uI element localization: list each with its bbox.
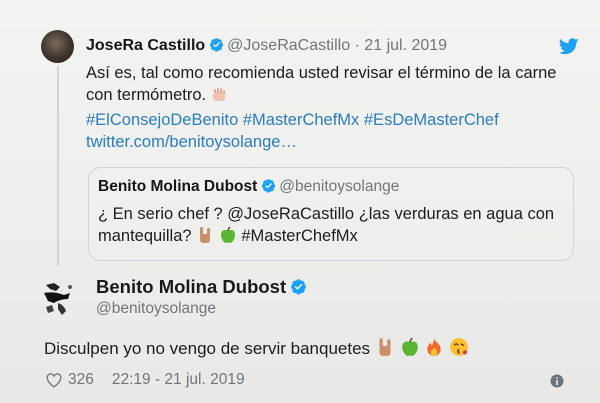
verified-badge-icon bbox=[290, 278, 307, 295]
quoted-tweet-text: ¿ En serio chef ? @JoseRaCastillo ¿las v… bbox=[98, 203, 568, 250]
reply-author-handle[interactable]: @benitoysolange bbox=[96, 300, 216, 318]
horns-hand-emoji bbox=[196, 226, 214, 250]
reply-text: Disculpen yo no vengo de servir banquete… bbox=[44, 339, 371, 358]
quoted-author-name[interactable]: Benito Molina Dubost bbox=[98, 178, 257, 195]
reply-footer: 326 22:19 - 21 jul. 2019 bbox=[46, 371, 245, 389]
tweet-date[interactable]: 21 jul. 2019 bbox=[364, 37, 447, 54]
hashtags-link[interactable]: #ElConsejoDeBenito #MasterChefMx #EsDeMa… bbox=[86, 111, 499, 129]
twitter-bird-icon[interactable] bbox=[559, 38, 579, 55]
quoted-text-part2: mantequilla? bbox=[98, 227, 192, 245]
fire-emoji bbox=[424, 337, 444, 363]
reply-author-name[interactable]: Benito Molina Dubost bbox=[96, 276, 286, 297]
info-icon[interactable] bbox=[550, 374, 564, 388]
fist-emoji bbox=[211, 87, 227, 109]
quoted-author-handle[interactable]: @benitoysolange bbox=[279, 178, 399, 195]
tweet-text-line2: con termómetro. bbox=[86, 86, 207, 104]
kiss-face-emoji bbox=[449, 337, 469, 363]
quoted-tweet-header: Benito Molina Dubost @benitoysolange bbox=[98, 177, 399, 197]
reply-tweet-text: Disculpen yo no vengo de servir banquete… bbox=[44, 337, 469, 363]
like-count[interactable]: 326 bbox=[68, 371, 94, 389]
author-name[interactable]: JoseRa Castillo bbox=[86, 37, 205, 54]
verified-badge-icon bbox=[209, 37, 224, 52]
reply-author-row: Benito Molina Dubost bbox=[96, 276, 310, 298]
tweet-text: Así es, tal como recomienda usted revisa… bbox=[86, 62, 576, 153]
quoted-hashtag[interactable]: #MasterChefMx bbox=[241, 227, 357, 245]
reply-timestamp[interactable]: 22:19 - 21 jul. 2019 bbox=[112, 371, 245, 389]
green-apple-emoji bbox=[219, 226, 237, 250]
reply-author-avatar[interactable] bbox=[40, 277, 82, 319]
header-separator: · bbox=[354, 37, 360, 54]
heart-icon[interactable] bbox=[46, 372, 62, 388]
author-handle[interactable]: @JoseRaCastillo bbox=[227, 37, 350, 54]
quoted-text-part1: ¿ En serio chef ? @JoseRaCastillo ¿las v… bbox=[98, 205, 555, 223]
author-avatar[interactable] bbox=[41, 30, 74, 63]
thread-connector-line bbox=[57, 66, 59, 266]
tweet-header: JoseRa Castillo @JoseRaCastillo · 21 jul.… bbox=[86, 36, 447, 56]
horns-hand-emoji bbox=[375, 337, 395, 363]
external-link[interactable]: twitter.com/benitoysolange… bbox=[86, 133, 297, 151]
verified-badge-icon bbox=[261, 178, 276, 193]
tweet-text-line1: Así es, tal como recomienda usted revisa… bbox=[86, 64, 557, 82]
green-apple-emoji bbox=[400, 337, 420, 363]
